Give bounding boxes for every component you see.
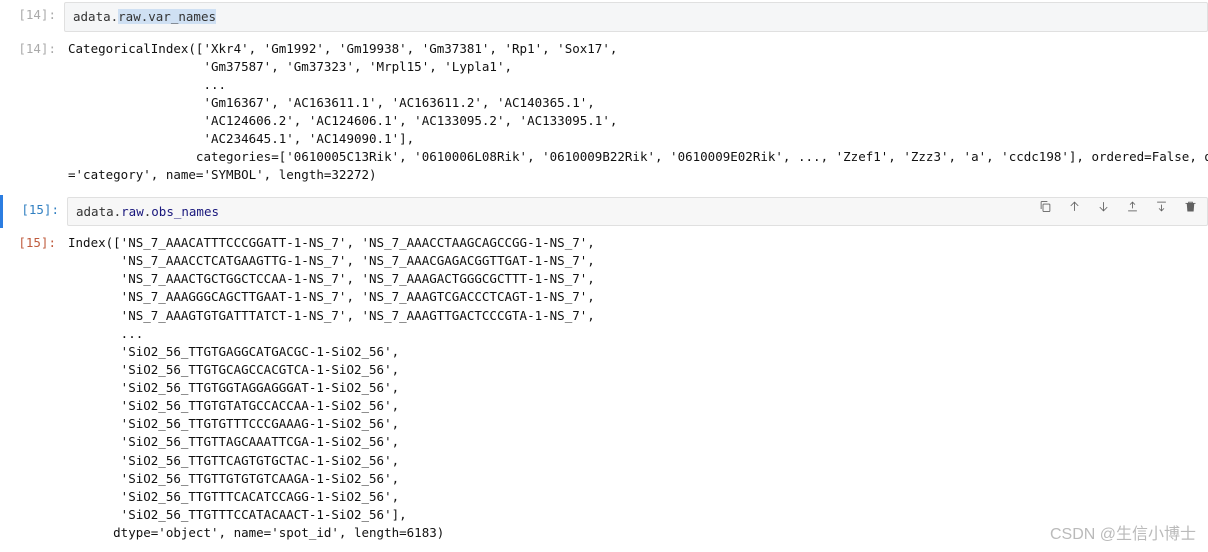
code-cell-15-output: [15]: Index(['NS_7_AAACATTTCCCGGATT-1-NS…: [0, 228, 1208, 552]
insert-below-icon[interactable]: [1154, 199, 1169, 214]
insert-above-icon[interactable]: [1125, 199, 1140, 214]
output-text: Index(['NS_7_AAACATTTCCCGGATT-1-NS_7', '…: [64, 230, 1208, 550]
copy-icon[interactable]: [1038, 199, 1053, 214]
arrow-up-icon[interactable]: [1067, 199, 1082, 214]
trash-icon[interactable]: [1183, 199, 1198, 214]
cell-toolbar: [1038, 199, 1198, 214]
code-input[interactable]: adata.raw.var_names: [64, 2, 1208, 32]
input-prompt: [14]:: [0, 2, 64, 32]
code-cell-15-input: [15]: adata.raw.obs_names: [0, 195, 1208, 229]
output-text: CategoricalIndex(['Xkr4', 'Gm1992', 'Gm1…: [64, 36, 1208, 193]
input-prompt: [15]:: [3, 197, 67, 227]
arrow-down-icon[interactable]: [1096, 199, 1111, 214]
code-cell-14-input: [14]: adata.raw.var_names: [0, 0, 1208, 34]
output-prompt: [14]:: [0, 36, 64, 193]
output-prompt: [15]:: [0, 230, 64, 550]
code-cell-14-output: [14]: CategoricalIndex(['Xkr4', 'Gm1992'…: [0, 34, 1208, 195]
code-input[interactable]: adata.raw.obs_names: [67, 197, 1208, 227]
